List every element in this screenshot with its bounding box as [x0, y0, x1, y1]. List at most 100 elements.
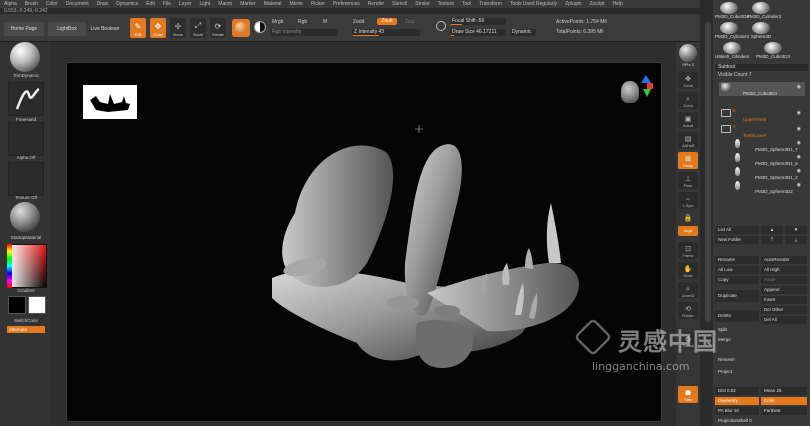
zsub-button[interactable]: Zsub [377, 18, 397, 25]
dist-slider[interactable]: Dist 0.02 [715, 387, 759, 395]
menu-item-edit[interactable]: Edit [146, 1, 155, 7]
lock-button[interactable]: 🔒 [678, 212, 698, 224]
visibility-eye-icon[interactable]: ◉ [797, 168, 801, 174]
menu-item-tool[interactable]: Tool [462, 1, 471, 7]
menu-item-movie[interactable]: Movie [290, 1, 303, 7]
menu-item-layer[interactable]: Layer [179, 1, 192, 7]
list-all-button[interactable]: List All [715, 226, 759, 234]
menu-item-stencil[interactable]: Stencil [392, 1, 407, 7]
zoomd-button[interactable]: ⌕ ZoomD [678, 282, 698, 299]
menu-item-transform[interactable]: Transform [479, 1, 502, 7]
visible-count[interactable]: Visible Count 7 [718, 72, 752, 78]
brush-thumbnail-icon[interactable] [10, 42, 40, 72]
tool-thumb-1[interactable]: PM3D_Cube3D4 [715, 2, 749, 19]
menu-item-draw[interactable]: Draw [97, 1, 109, 7]
visibility-eye-icon[interactable]: ◉ [797, 126, 801, 132]
viewport-canvas[interactable] [66, 62, 662, 422]
hue-slider[interactable] [7, 244, 12, 288]
bpr-render-icon[interactable] [679, 44, 697, 62]
alternate-button[interactable]: Alternate [7, 326, 45, 333]
subtool-row[interactable]: PM3D_Sphere3D1_7 ◉ [731, 138, 805, 152]
menu-item-document[interactable]: Document [66, 1, 89, 7]
switch-color-button[interactable]: SwitchColor [6, 318, 46, 323]
projection-shell-slider[interactable]: ProjectionShell 0 [715, 417, 807, 425]
menu-item-marker[interactable]: Marker [240, 1, 256, 7]
subtool-header[interactable]: Subtool [715, 64, 808, 71]
subtool-row[interactable]: PM3D_Sphere3D1_2 ◉ [731, 166, 805, 180]
spix-setting[interactable]: SPix 3 [678, 62, 698, 67]
autoreorder-button[interactable]: AutoReorder [761, 256, 807, 264]
actual-button[interactable]: ▣ Actual [678, 112, 698, 129]
menu-item-picker[interactable]: Picker [311, 1, 325, 7]
menu-item-alpha[interactable]: Alpha [4, 1, 17, 7]
menu-item-material[interactable]: Material [264, 1, 282, 7]
color-toggle[interactable]: Color [761, 397, 807, 405]
farthest-button[interactable]: Farthest [761, 407, 807, 415]
tool-thumb-6[interactable]: PM3D_Cube3D3 [753, 42, 793, 59]
subtool-row[interactable]: 7 TeethLower ◉ [719, 124, 805, 138]
scale-button[interactable]: ⤢ Scale [190, 18, 206, 38]
subtool-row[interactable]: PM3D_Cube3D4 ◉ [719, 82, 805, 96]
color-picker[interactable] [7, 244, 47, 288]
tool-thumb-5[interactable]: UMesh_Cilinders [715, 42, 749, 59]
solo-button[interactable]: ☗ Solo [678, 386, 698, 403]
draw-button[interactable]: ✥ Draw [150, 18, 166, 38]
move-down-button[interactable]: ▼ [785, 226, 807, 234]
brush-material-button[interactable] [232, 19, 250, 37]
menu-item-tools-used-regularly[interactable]: Tools Used Regularly [510, 1, 557, 7]
duplicate-button[interactable]: Duplicate [715, 290, 759, 302]
scroll-button[interactable]: ✥ Scroll [678, 72, 698, 89]
live-boolean-button[interactable]: Live Boolean [88, 22, 122, 36]
draw-size-slider[interactable]: Draw Size 46.17211 [450, 29, 506, 36]
visibility-eye-icon[interactable]: ◉ [797, 140, 801, 146]
menu-item-brush[interactable]: Brush [25, 1, 38, 7]
del-other-button[interactable]: Del Other [761, 306, 807, 314]
move-top-button[interactable]: ⤒ [761, 236, 783, 244]
paste-button[interactable]: Paste [761, 276, 807, 284]
rotate-button[interactable]: ⟳ Rotate [210, 18, 226, 38]
menu-item-help[interactable]: Help [613, 1, 623, 7]
stroke-button[interactable] [8, 82, 44, 116]
append-button[interactable]: Append [761, 286, 807, 294]
mean-slider[interactable]: Mean 25 [761, 387, 807, 395]
subtool-row[interactable]: 6 UpperTeeth ◉ [719, 108, 805, 122]
lsym-button[interactable]: ⇔ L.Sym [678, 192, 698, 209]
focal-shift-slider[interactable]: Focal Shift -56 [450, 18, 506, 25]
edit-button[interactable]: ✎ Edit [130, 18, 146, 38]
pa-blur-slider[interactable]: PA Blur 10 [715, 407, 759, 415]
subtool-row[interactable]: PM3D_Sphere3D2 ◉ [731, 180, 805, 194]
menu-item-file[interactable]: File [163, 1, 171, 7]
zcut-button[interactable]: Zcut [405, 19, 415, 25]
lightbox-button[interactable]: LightBox [48, 22, 86, 36]
subtool-row[interactable]: PM3D_Sphere3D1_8 ◉ [731, 152, 805, 166]
zadd-button[interactable]: Zadd [353, 19, 364, 25]
rgb-button[interactable]: Rgb [298, 19, 307, 25]
tool-thumb-2[interactable]: PM3D_Cylinder3 [747, 2, 781, 19]
menu-item-macro[interactable]: Macro [218, 1, 232, 7]
visibility-eye-icon[interactable]: ◉ [797, 182, 801, 188]
secondary-color-swatch[interactable] [28, 296, 46, 314]
menu-item-preferences[interactable]: Preferences [333, 1, 360, 7]
material-thumbnail-icon[interactable] [10, 202, 40, 232]
visibility-eye-icon[interactable]: ◉ [797, 84, 801, 90]
visibility-eye-icon[interactable]: ◉ [797, 110, 801, 116]
menu-item-zplugin[interactable]: Zplugin [565, 1, 581, 7]
texture-button[interactable] [8, 162, 44, 196]
menu-item-light[interactable]: Light [199, 1, 210, 7]
mrgb-button[interactable]: Mrgb [272, 19, 283, 25]
frame-button[interactable]: ⊡ Frame [678, 242, 698, 259]
menu-item-zscript[interactable]: Zscript [590, 1, 605, 7]
copy-button[interactable]: Copy [715, 276, 759, 284]
scrollbar-thumb[interactable] [705, 22, 711, 322]
menu-item-dynamics[interactable]: Dynamics [116, 1, 138, 7]
zoom-button[interactable]: ⌕ Zoom [678, 92, 698, 109]
dynamic-button[interactable]: Dynamic [510, 29, 536, 36]
new-folder-button[interactable]: New Folder [715, 236, 759, 244]
tool-thumb-3[interactable]: PM3D_Cylinder3 [715, 22, 749, 39]
orientation-gizmo[interactable] [615, 73, 655, 109]
aahalf-button[interactable]: ▤ AAHalf [678, 132, 698, 149]
persp-button[interactable]: ⊞ Persp [678, 152, 698, 169]
gxyz-button[interactable]: Gxyz [678, 226, 698, 236]
menu-item-texture[interactable]: Texture [438, 1, 454, 7]
move-button[interactable]: ✢ Move [170, 18, 186, 38]
